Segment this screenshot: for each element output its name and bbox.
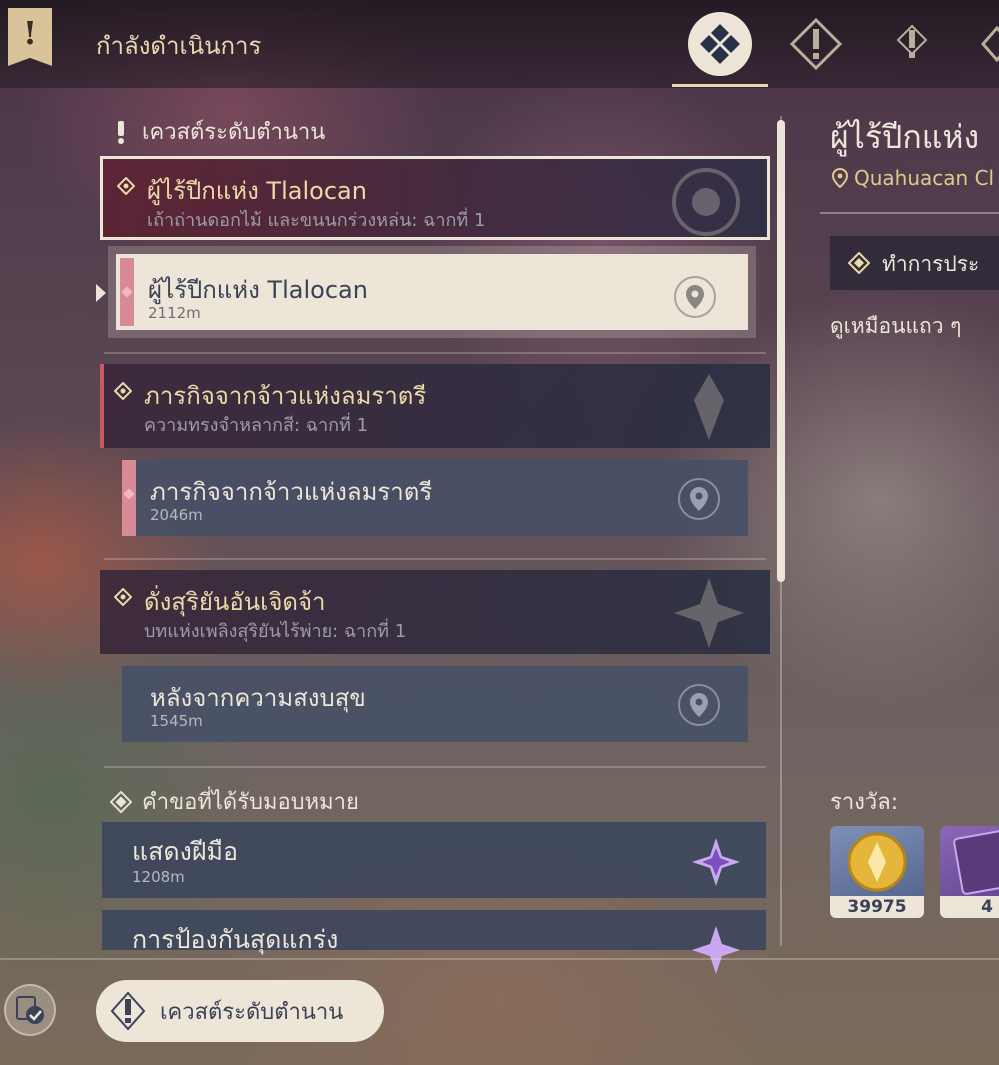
request-card[interactable]: การป้องกันสุดแกร่ง (102, 910, 766, 974)
detail-objective-text: ทำการประ (882, 252, 980, 276)
quest-subtitle: เถ้าถ่านดอกไม้ และขนนกร่วงหล่น: ฉากที่ 1 (147, 210, 486, 231)
location-pin-icon (832, 168, 848, 188)
legend-quest-icon (896, 24, 928, 58)
detail-objective: ทำการประ (830, 236, 999, 290)
quest-detail-panel: ผู้ไร้ปีกแห่ง Quahuacan Cl ทำการประ ดูเห… (800, 90, 999, 950)
tab-world-quests[interactable] (965, 12, 999, 76)
reward-mora[interactable]: 39975 (830, 826, 924, 918)
page-title: กำลังดำเนินการ (96, 32, 262, 60)
reward-amount: 4 (940, 896, 999, 918)
detail-location: Quahuacan Cl (832, 166, 994, 190)
map-pin-icon[interactable] (678, 478, 720, 520)
world-quest-icon (981, 25, 999, 63)
quest-card[interactable]: ภารกิจจากจ้าวแห่งลมราตรี ความทรงจำหลากสี… (100, 364, 770, 448)
reward-book[interactable]: 4 (940, 826, 999, 918)
top-bar: ! กำลังดำเนินการ (0, 0, 999, 88)
detail-title: ผู้ไร้ปีกแห่ง (830, 118, 980, 156)
map-pin-icon[interactable] (674, 276, 716, 318)
quest-checklist-icon[interactable] (4, 984, 56, 1036)
quest-card[interactable]: ดั่งสุริยันอันเจิดจ้า บทแห่งเพลิงสุริยัน… (100, 570, 770, 654)
request-section-header: คำขอที่ได้รับมอบหมาย (110, 784, 359, 819)
quest-card[interactable]: ผู้ไร้ปีกแห่ง Tlalocan เถ้าถ่านดอกไม้ แล… (100, 156, 770, 240)
book-icon (953, 829, 999, 895)
legend-section-label: เควสต์ระดับตำนาน (142, 120, 326, 145)
detail-description: ดูเหมือนแถว ๆ (830, 314, 962, 338)
active-tab-indicator (672, 84, 768, 87)
request-section-label: คำขอที่ได้รับมอบหมาย (142, 790, 359, 815)
objective-diamond-icon (848, 252, 870, 274)
quest-objective[interactable]: หลังจากความสงบสุข 1545m (122, 666, 748, 742)
scrollbar[interactable] (777, 116, 785, 946)
divider (104, 766, 766, 768)
request-card[interactable]: แสดงฝีมือ 1208m (102, 822, 766, 898)
quest-emblem-icon (672, 168, 740, 236)
quest-diamond-icon (114, 588, 132, 606)
quest-emblem-icon (694, 374, 724, 440)
quest-objective[interactable]: ผู้ไร้ปีกแห่ง Tlalocan 2112m (108, 246, 756, 338)
reward-label: รางวัล: (830, 790, 899, 815)
request-distance: 1208m (132, 868, 185, 886)
quest-diamond-icon (114, 382, 132, 400)
mora-coin-icon (847, 832, 907, 892)
selected-arrow-icon (96, 284, 106, 302)
map-pin-icon[interactable] (678, 684, 720, 726)
quest-objective[interactable]: ภารกิจจากจ้าวแห่งลมราตรี 2046m (122, 460, 748, 536)
objective-distance: 2112m (148, 304, 201, 322)
tab-archon-quests[interactable] (784, 12, 848, 76)
divider (104, 558, 766, 560)
commission-star-icon (692, 926, 740, 974)
objective-distance: 1545m (150, 712, 203, 730)
four-diamonds-icon (700, 24, 740, 64)
quest-subtitle: ความทรงจำหลากสี: ฉากที่ 1 (144, 415, 369, 436)
quest-list-panel: เควสต์ระดับตำนาน ผู้ไร้ปีกแห่ง Tlalocan … (96, 100, 790, 974)
tab-all-quests[interactable] (688, 12, 752, 76)
quest-banner-icon: ! (8, 8, 52, 66)
detail-location-text: Quahuacan Cl (854, 166, 995, 190)
archon-quest-icon (789, 17, 843, 71)
divider (0, 958, 999, 960)
commission-star-icon (692, 838, 740, 886)
quest-diamond-icon (117, 177, 135, 195)
objective-distance: 2046m (150, 506, 203, 524)
quest-accent-bar (100, 364, 104, 448)
quest-filter-button[interactable]: เควสต์ระดับตำนาน (96, 980, 384, 1042)
request-title: การป้องกันสุดแกร่ง (132, 925, 339, 954)
reward-amount: 39975 (830, 896, 924, 918)
exclamation-icon (110, 120, 132, 144)
scrollbar-thumb[interactable] (777, 120, 785, 582)
quest-filter-label: เควสต์ระดับตำนาน (160, 999, 344, 1025)
legend-section-header: เควสต์ระดับตำนาน (110, 114, 325, 149)
divider (104, 352, 766, 354)
request-title: แสดงฝีมือ (132, 837, 238, 866)
legend-quest-icon (110, 991, 146, 1031)
quest-subtitle: บทแห่งเพลิงสุริยันไร้พ่าย: ฉากที่ 1 (144, 621, 407, 642)
request-diamond-icon (110, 790, 132, 813)
tab-legend-quests[interactable] (880, 12, 944, 76)
divider (820, 212, 999, 214)
quest-emblem-icon (674, 578, 744, 648)
